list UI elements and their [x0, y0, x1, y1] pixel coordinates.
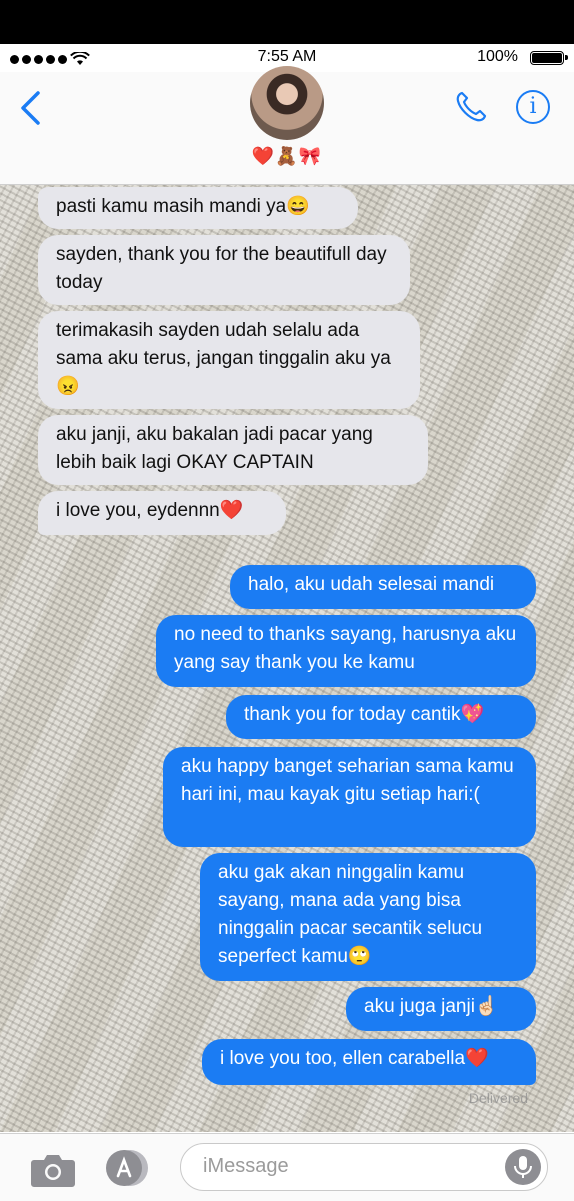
- message-bubble-outgoing[interactable]: i love you too, ellen carabella❤️: [202, 1039, 536, 1085]
- phone-icon[interactable]: [454, 90, 488, 124]
- battery-percentage: 100%: [477, 48, 518, 65]
- message-bubble-incoming[interactable]: i love you, eydennn❤️: [38, 491, 286, 535]
- message-bubble-outgoing[interactable]: thank you for today cantik💖: [226, 695, 536, 739]
- battery-icon: [530, 51, 568, 65]
- message-text-field[interactable]: iMessage: [180, 1143, 548, 1191]
- message-bubble-incoming[interactable]: terimakasih sayden udah selalu ada sama …: [38, 311, 420, 409]
- message-bubble-outgoing[interactable]: aku gak akan ninggalin kamu sayang, mana…: [200, 853, 536, 981]
- conversation-header: ❤️🧸🎀 i: [0, 66, 574, 185]
- app-store-icon[interactable]: [104, 1148, 152, 1188]
- message-bubble-incoming[interactable]: pasti kamu masih mandi ya😄: [38, 187, 358, 229]
- contact-avatar[interactable]: [250, 66, 324, 140]
- message-input-bar: iMessage: [0, 1133, 574, 1201]
- message-thread[interactable]: pasti kamu masih mandi ya😄 sayden, thank…: [0, 185, 574, 1132]
- delivered-status: Delivered: [468, 1090, 528, 1106]
- message-bubble-outgoing[interactable]: aku juga janji☝🏻: [346, 987, 536, 1031]
- microphone-icon[interactable]: [505, 1149, 541, 1185]
- contact-name[interactable]: ❤️🧸🎀: [0, 146, 574, 167]
- camera-icon[interactable]: [30, 1152, 76, 1188]
- message-bubble-outgoing[interactable]: aku happy banget seharian sama kamu hari…: [163, 747, 536, 847]
- message-bubble-incoming[interactable]: aku janji, aku bakalan jadi pacar yang l…: [38, 415, 428, 485]
- back-chevron-icon[interactable]: [18, 90, 42, 126]
- message-bubble-outgoing[interactable]: no need to thanks sayang, harusnya aku y…: [156, 615, 536, 687]
- message-bubble-outgoing[interactable]: halo, aku udah selesai mandi: [230, 565, 536, 609]
- message-placeholder: iMessage: [203, 1155, 289, 1177]
- message-bubble-incoming[interactable]: sayden, thank you for the beautifull day…: [38, 235, 410, 305]
- top-black-bar: [0, 0, 574, 44]
- info-icon[interactable]: i: [516, 90, 550, 124]
